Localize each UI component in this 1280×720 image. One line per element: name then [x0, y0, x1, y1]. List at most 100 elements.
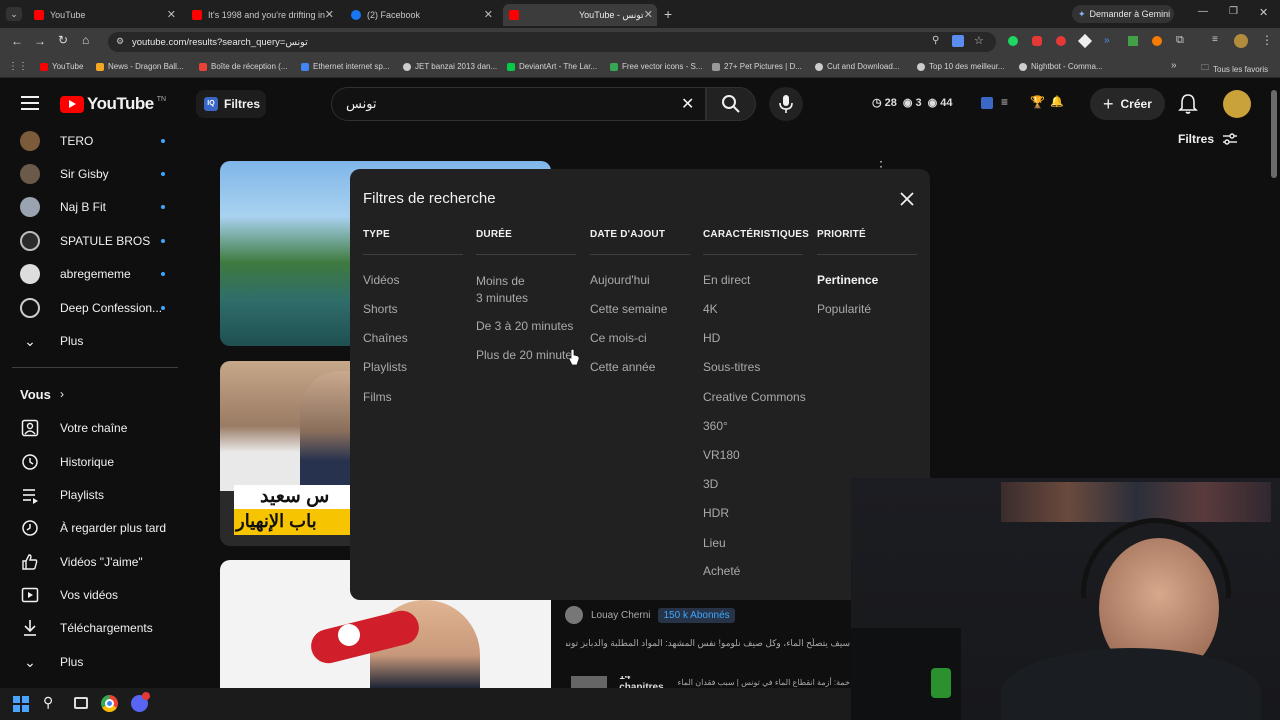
filter-option-today[interactable]: Aujourd'hui: [590, 273, 650, 287]
close-tab-icon[interactable]: ✕: [325, 8, 334, 21]
profile-avatar[interactable]: [1234, 34, 1248, 48]
bookmark-item[interactable]: 27+ Pet Pictures | D...: [712, 62, 802, 71]
site-info-icon[interactable]: ⚙: [116, 36, 124, 47]
back-button[interactable]: ←: [11, 34, 23, 48]
filter-option-hdr[interactable]: HDR: [703, 506, 729, 520]
channel-row[interactable]: Louay Cherni 150 k Abonnés: [565, 606, 735, 624]
trophy-icon[interactable]: 🏆: [1030, 95, 1045, 109]
taskbar-search-icon[interactable]: ⚲: [43, 694, 53, 711]
bookmark-item[interactable]: Boîte de réception (...: [199, 62, 288, 71]
bookmark-item[interactable]: JET banzai 2013 dan...: [403, 62, 497, 71]
filter-option-this-year[interactable]: Cette année: [590, 360, 655, 374]
bookmark-item[interactable]: YouTube: [40, 62, 83, 71]
reload-button[interactable]: ↻: [58, 33, 68, 47]
extension-icon[interactable]: [1152, 36, 1162, 46]
apps-grid-icon[interactable]: ⋮⋮: [8, 61, 28, 72]
windows-start-icon[interactable]: [13, 696, 29, 712]
filters-chip[interactable]: IQ Filtres: [196, 90, 266, 118]
iq-extension-icon[interactable]: [981, 97, 993, 109]
filter-option-4k[interactable]: 4K: [703, 302, 718, 316]
filter-option-purchased[interactable]: Acheté: [703, 564, 740, 578]
translate-icon[interactable]: [952, 35, 964, 47]
filter-option-creative-commons[interactable]: Creative Commons: [703, 390, 806, 404]
filter-option-under-3-minutes[interactable]: Moins de 3 minutes: [476, 273, 528, 307]
filter-option-videos[interactable]: Vidéos: [363, 273, 399, 287]
alert-bell-icon[interactable]: 🔔: [1050, 95, 1064, 108]
sidebar-subscription-naj-b-fit[interactable]: Naj B Fit: [0, 191, 190, 223]
sidebar-item-watch-later[interactable]: À regarder plus tard: [0, 512, 190, 544]
sidebar-show-more-you[interactable]: ⌄ Plus: [0, 646, 190, 678]
close-dialog-button[interactable]: [897, 189, 917, 209]
browser-tab-youtube[interactable]: YouTube ✕: [28, 4, 180, 26]
bookmark-item[interactable]: News - Dragon Ball...: [96, 62, 184, 71]
bookmark-item[interactable]: Cut and Download...: [815, 62, 900, 71]
zoom-icon[interactable]: ⚲: [932, 35, 939, 46]
extension-icon[interactable]: [1008, 36, 1018, 46]
bookmarks-overflow-icon[interactable]: »: [1171, 60, 1177, 71]
extension-icon[interactable]: [1077, 33, 1093, 49]
browser-tab-facebook[interactable]: (2) Facebook ✕: [345, 4, 497, 26]
bookmark-item[interactable]: Top 10 des meilleur...: [917, 62, 1005, 71]
filter-option-360[interactable]: 360°: [703, 419, 728, 433]
filter-option-subtitles[interactable]: Sous-titres: [703, 360, 760, 374]
sidebar-item-your-videos[interactable]: Vos vidéos: [0, 579, 190, 611]
extension-icon[interactable]: [1128, 36, 1138, 46]
bookmark-item[interactable]: Ethernet internet sp...: [301, 62, 390, 71]
filter-option-3d[interactable]: 3D: [703, 477, 718, 491]
search-box[interactable]: تونس ✕: [331, 87, 706, 121]
account-avatar[interactable]: [1223, 90, 1251, 118]
gemini-button[interactable]: ✦ Demander à Gemini: [1072, 5, 1174, 23]
tab-search-button[interactable]: ⌄: [6, 7, 22, 21]
filter-option-this-week[interactable]: Cette semaine: [590, 302, 667, 316]
sidebar-item-playlists[interactable]: Playlists: [0, 479, 190, 511]
sidebar-item-liked-videos[interactable]: Vidéos "J'aime": [0, 546, 190, 578]
chrome-taskbar-icon[interactable]: [101, 695, 118, 712]
filter-option-over-20-minutes[interactable]: Plus de 20 minutes: [476, 348, 572, 362]
bookmark-item[interactable]: Free vector icons - S...: [610, 62, 702, 71]
sidebar-item-history[interactable]: Historique: [0, 446, 190, 478]
close-window-button[interactable]: ✕: [1259, 6, 1268, 19]
chapters-row[interactable]: 14 chapitres خمة: أزمة انقطاع الماء في ت…: [571, 676, 850, 688]
search-input[interactable]: تونس: [346, 96, 377, 112]
kebab-menu-icon[interactable]: ⋮: [1261, 33, 1273, 47]
filter-option-shorts[interactable]: Shorts: [363, 302, 398, 316]
browser-tab-video[interactable]: It's 1998 and you're drifting in ✕: [186, 4, 338, 26]
sidebar-subscription-abregememe[interactable]: abregememe: [0, 258, 190, 290]
filter-option-location[interactable]: Lieu: [703, 536, 726, 550]
bookmark-star-icon[interactable]: ☆: [974, 34, 984, 47]
close-tab-icon[interactable]: ✕: [484, 8, 493, 21]
voice-search-button[interactable]: [769, 87, 803, 121]
filter-option-vr180[interactable]: VR180: [703, 448, 740, 462]
filter-option-this-month[interactable]: Ce mois-ci: [590, 331, 647, 345]
filter-option-channels[interactable]: Chaînes: [363, 331, 408, 345]
filter-option-popularity[interactable]: Popularité: [817, 302, 871, 316]
extension-icon[interactable]: [1056, 36, 1066, 46]
sidebar-item-your-channel[interactable]: Votre chaîne: [0, 412, 190, 444]
extensions-puzzle-icon[interactable]: ⧉: [1176, 34, 1184, 47]
page-scrollbar[interactable]: [1271, 90, 1277, 178]
filters-button[interactable]: Filtres: [1178, 132, 1238, 146]
close-tab-icon[interactable]: ✕: [644, 8, 653, 21]
filter-option-relevance[interactable]: Pertinence: [817, 273, 878, 287]
forward-button[interactable]: →: [34, 34, 46, 48]
filter-option-hd[interactable]: HD: [703, 331, 720, 345]
filter-option-3-to-20-minutes[interactable]: De 3 à 20 minutes: [476, 319, 573, 333]
sidebar-you-section[interactable]: Vous ›: [0, 378, 190, 410]
clear-search-icon[interactable]: ✕: [681, 94, 694, 114]
sidebar-subscription-spatule-bros[interactable]: SPATULE BROS: [0, 225, 190, 257]
sidebar-show-more[interactable]: ⌄ Plus: [0, 325, 190, 357]
notifications-button[interactable]: [1178, 93, 1198, 115]
filter-option-films[interactable]: Films: [363, 390, 392, 404]
close-tab-icon[interactable]: ✕: [167, 8, 176, 21]
create-button[interactable]: + Créer: [1090, 88, 1165, 120]
address-bar[interactable]: ⚙ youtube.com/results?search_query=تونس …: [108, 32, 996, 52]
home-button[interactable]: ⌂: [82, 33, 89, 47]
sidebar-item-downloads[interactable]: Téléchargements: [0, 612, 190, 644]
youtube-logo[interactable]: YouTube TN: [60, 94, 166, 114]
task-view-icon[interactable]: [74, 697, 88, 709]
browser-tab-active[interactable]: YouTube - تونس ✕: [503, 4, 657, 26]
guide-menu-icon[interactable]: [21, 96, 39, 110]
bookmark-item[interactable]: DeviantArt - The Lar...: [507, 62, 597, 71]
extension-icon[interactable]: »: [1104, 35, 1110, 46]
restore-button[interactable]: ❐: [1229, 6, 1238, 17]
